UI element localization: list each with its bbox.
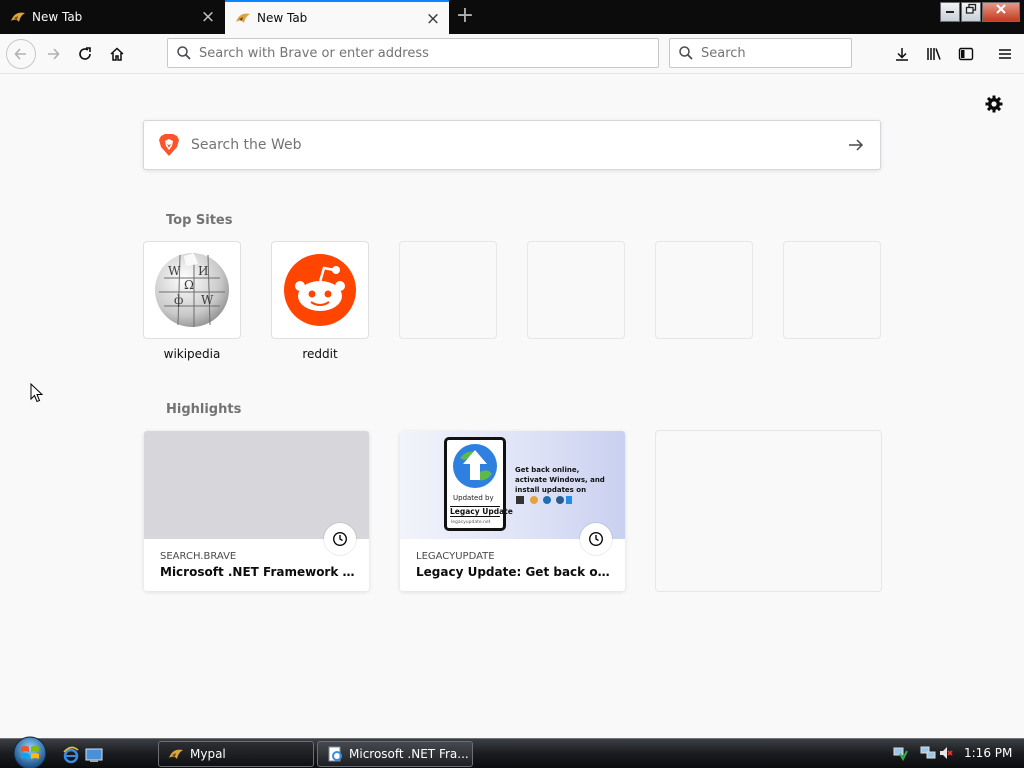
top-site-tile-wikipedia[interactable]: WΩИ Wф (144, 242, 240, 338)
taskbar-button-mypal[interactable]: Mypal (158, 741, 314, 767)
svg-text:W: W (168, 264, 181, 278)
minimize-button[interactable] (940, 2, 960, 22)
mypal-icon (169, 749, 183, 759)
preview-caption: Updated by (453, 494, 494, 502)
legacy-update-device-graphic: Updated by Legacy Update legacyupdate.ne… (444, 437, 513, 531)
close-icon (996, 4, 1006, 14)
arrow-right-icon[interactable] (847, 136, 865, 154)
mouse-cursor-icon (30, 383, 44, 403)
preview-caption-url: legacyupdate.net (451, 520, 491, 525)
highlight-card-search-brave[interactable]: SEARCH.BRAVE Microsoft .NET Framework 3.… (144, 431, 369, 591)
top-site-label-wikipedia: wikipedia (163, 347, 221, 361)
close-tab-icon[interactable]: × (425, 11, 441, 28)
card-title: Legacy Update: Get back online, ... (416, 565, 616, 579)
highlight-card-legacyupdate[interactable]: Updated by Legacy Update legacyupdate.ne… (400, 431, 625, 591)
tab-title: New Tab (257, 11, 308, 25)
reload-icon (79, 47, 91, 60)
ie-page-icon (328, 746, 342, 762)
preview-tagline: Get back online, activate Windows, and i… (515, 466, 605, 494)
internet-explorer-icon[interactable] (62, 746, 80, 764)
wikipedia-icon: WΩИ Wф (155, 253, 229, 327)
top-site-tile-empty[interactable] (528, 242, 624, 338)
tab-strip: New Tab × New Tab × + (0, 0, 1024, 34)
taskbar: Mypal Microsoft .NET Fra... 1:16 PM (0, 736, 1024, 768)
highlights-heading: Highlights (166, 402, 242, 417)
card-clock-badge (580, 523, 612, 555)
taskbar-button-label: Microsoft .NET Fra... (349, 747, 469, 761)
show-desktop-icon[interactable] (85, 746, 103, 764)
network-icon[interactable] (920, 745, 936, 761)
tab-new-tab-2[interactable]: New Tab × (225, 0, 449, 34)
downloads-button[interactable] (888, 40, 916, 68)
mypal-icon (11, 12, 25, 22)
card-host: LEGACYUPDATE (416, 551, 495, 562)
search-bar-placeholder: Search (701, 45, 746, 61)
taskbar-button-dotnet-page[interactable]: Microsoft .NET Fra... (317, 741, 473, 767)
windows-update-globe-icon (453, 444, 497, 488)
reload-button[interactable] (71, 40, 99, 68)
taskbar-button-label: Mypal (190, 747, 226, 761)
top-site-label-reddit: reddit (302, 347, 338, 361)
svg-text:W: W (201, 293, 214, 307)
back-arrow-icon (14, 48, 26, 60)
new-tab-page: Search the Web Top Sites WΩИ Wф wikipedia (0, 75, 1024, 738)
close-window-button[interactable] (982, 2, 1020, 22)
search-bar[interactable]: Search (669, 38, 852, 68)
close-tab-icon[interactable]: × (200, 9, 216, 26)
sidebar-icon (958, 47, 974, 61)
search-icon (679, 46, 693, 60)
card-title: Microsoft .NET Framework 3.5 S... (160, 565, 360, 579)
network-shield-icon[interactable] (892, 745, 908, 761)
clock-icon (588, 531, 604, 547)
svg-text:ф: ф (174, 293, 183, 307)
windows-logos-icon (516, 496, 572, 504)
top-sites-heading: Top Sites (166, 213, 233, 228)
taskbar-clock[interactable]: 1:16 PM (964, 746, 1012, 760)
highlight-card-empty (656, 431, 881, 591)
address-bar[interactable]: Search with Brave or enter address (167, 38, 659, 68)
forward-button[interactable] (39, 40, 67, 68)
svg-text:И: И (198, 264, 208, 278)
web-search-placeholder: Search the Web (191, 137, 302, 153)
tab-new-tab-1[interactable]: New Tab × (0, 0, 224, 34)
reddit-icon (284, 254, 356, 326)
restore-button[interactable] (961, 2, 981, 22)
start-button-icon[interactable] (10, 736, 50, 768)
web-search-box[interactable]: Search the Web (143, 120, 881, 170)
home-button[interactable] (103, 40, 131, 68)
window-controls (940, 0, 1024, 24)
restore-icon (965, 3, 977, 14)
top-site-tile-empty[interactable] (656, 242, 752, 338)
top-site-tile-empty[interactable] (400, 242, 496, 338)
navigation-toolbar: Search with Brave or enter address Searc… (0, 34, 1024, 74)
home-icon (110, 47, 124, 61)
card-clock-badge (324, 523, 356, 555)
sidebar-button[interactable] (952, 40, 980, 68)
preview-caption-title: Legacy Update (450, 506, 513, 517)
gear-icon[interactable] (984, 94, 1004, 114)
hamburger-menu-icon (999, 49, 1011, 59)
address-bar-placeholder: Search with Brave or enter address (199, 45, 429, 61)
library-button[interactable] (920, 40, 948, 68)
volume-muted-icon[interactable] (938, 745, 954, 761)
back-button[interactable] (6, 39, 36, 69)
clock-icon (332, 531, 348, 547)
minimize-icon (946, 11, 954, 13)
search-icon (177, 46, 191, 60)
top-site-tile-empty[interactable] (784, 242, 880, 338)
card-host: SEARCH.BRAVE (160, 551, 237, 562)
menu-button[interactable] (991, 40, 1019, 68)
new-tab-button[interactable]: + (452, 4, 478, 30)
download-icon (896, 48, 908, 61)
brave-lion-icon (159, 134, 179, 156)
top-site-tile-reddit[interactable] (272, 242, 368, 338)
mypal-icon (236, 13, 250, 23)
library-icon (927, 48, 941, 60)
svg-text:Ω: Ω (184, 278, 194, 292)
forward-arrow-icon (48, 48, 60, 60)
tab-title: New Tab (32, 10, 83, 24)
